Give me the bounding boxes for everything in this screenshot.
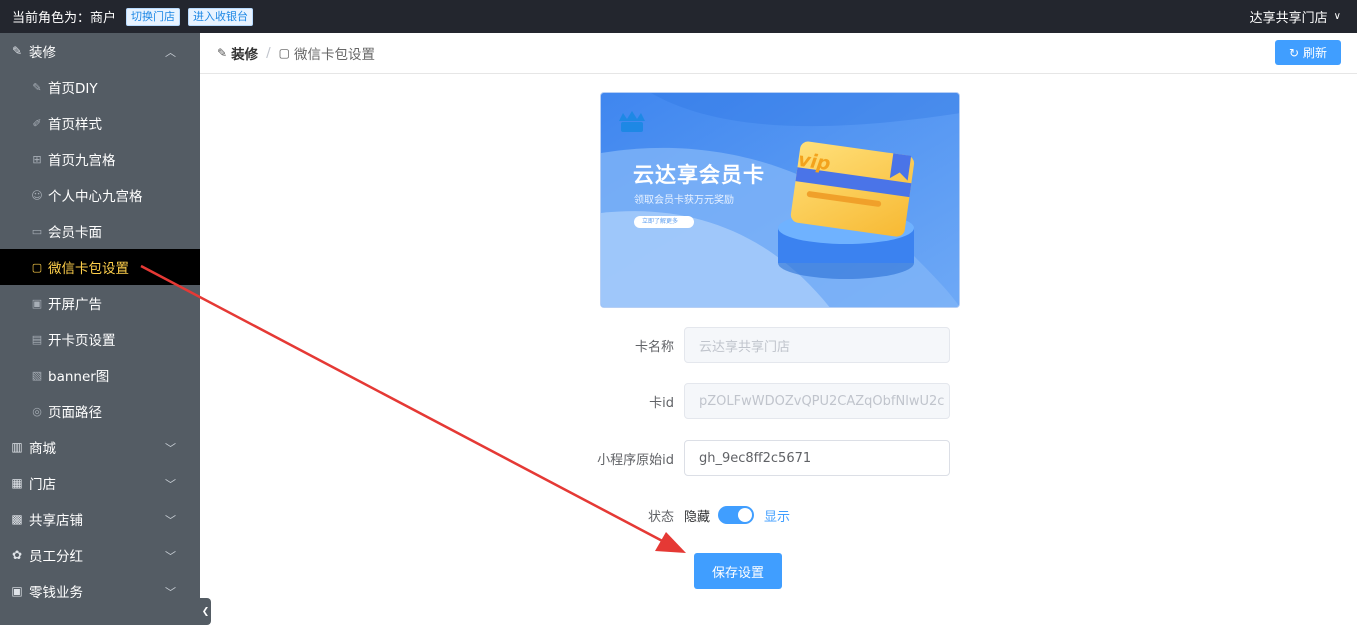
wallet-icon: ▢ bbox=[31, 260, 43, 274]
breadcrumb: ✎ 装修 / ▢ 微信卡包设置 bbox=[217, 43, 375, 63]
switch-store-button[interactable]: 切换门店 bbox=[126, 7, 181, 26]
sidebar-group-store[interactable]: ▦ 门店 ﹀ bbox=[0, 465, 200, 501]
sidebar-group-change-business[interactable]: ▣ 零钱业务 ﹀ bbox=[0, 573, 200, 609]
sidebar-item-label: 开屏广告 bbox=[48, 297, 102, 313]
store-dropdown[interactable]: 达享共享门店 ∨ bbox=[1250, 0, 1341, 33]
banner-subtitle: 领取会员卡获万元奖励 bbox=[634, 195, 734, 206]
store-name: 达享共享门店 bbox=[1249, 11, 1328, 26]
breadcrumb-current: 微信卡包设置 bbox=[293, 47, 375, 63]
sidebar-item-open-card-page[interactable]: ▤ 开卡页设置 bbox=[0, 321, 200, 357]
grid-icon: ⊞ bbox=[32, 152, 42, 166]
breadcrumb-parent[interactable]: 装修 bbox=[231, 43, 258, 63]
sidebar-group-label: 共享店铺 bbox=[29, 513, 83, 529]
sidebar-item-home-style[interactable]: ✐ 首页样式 bbox=[0, 105, 200, 141]
sidebar-item-label: 会员卡面 bbox=[48, 225, 102, 241]
banner-vip-text: vip bbox=[796, 148, 832, 176]
card-name-label: 卡名称 bbox=[634, 339, 674, 355]
edit-icon: ✎ bbox=[32, 80, 42, 94]
sidebar-item-wechat-card-settings[interactable]: ▢ 微信卡包设置 bbox=[0, 249, 200, 285]
brush-icon: ✎ bbox=[217, 46, 228, 60]
sidebar-item-profile-grid[interactable]: ☺ 个人中心九宫格 bbox=[0, 177, 200, 213]
sidebar-item-label: 首页九宫格 bbox=[48, 153, 116, 169]
page-icon: ▤ bbox=[31, 332, 43, 346]
image-icon: ▧ bbox=[31, 368, 43, 382]
shared-store-icon: ▩ bbox=[11, 512, 23, 526]
member-card-banner: 云达享会员卡 领取会员卡获万元奖励 立即了解更多 vip bbox=[600, 92, 960, 308]
sidebar-group-label: 门店 bbox=[29, 477, 56, 493]
path-icon: ◎ bbox=[32, 404, 42, 418]
sidebar-item-page-path[interactable]: ◎ 页面路径 bbox=[0, 393, 200, 429]
shop-icon: ▥ bbox=[11, 440, 23, 454]
status-switch-group: 隐藏 显示 bbox=[684, 506, 790, 525]
mini-program-id-label: 小程序原始id bbox=[597, 452, 674, 468]
top-bar: 当前角色为：商户 切换门店 进入收银台 达享共享门店 ∨ bbox=[0, 0, 1357, 33]
form-row-status: 状态 隐藏 显示 bbox=[560, 497, 960, 533]
sidebar-item-label: 首页样式 bbox=[48, 117, 102, 133]
status-label: 状态 bbox=[647, 509, 674, 525]
banner-cta: 立即了解更多 bbox=[634, 216, 694, 228]
store-icon: ▦ bbox=[11, 476, 23, 490]
sidebar-item-label: banner图 bbox=[48, 369, 110, 385]
current-role-text: 当前角色为：商户 bbox=[12, 11, 117, 26]
chevron-down-icon: ﹀ bbox=[165, 442, 176, 455]
sidebar-group-decoration[interactable]: ✎ 装修 ︿ bbox=[0, 33, 200, 69]
sidebar-item-home-grid[interactable]: ⊞ 首页九宫格 bbox=[0, 141, 200, 177]
status-on-label[interactable]: 显示 bbox=[764, 506, 790, 525]
refresh-icon: ↻ bbox=[1288, 45, 1300, 60]
breadcrumb-separator: / bbox=[266, 45, 271, 61]
save-settings-button[interactable]: 保存设置 bbox=[694, 553, 782, 589]
sidebar-group-label: 员工分红 bbox=[29, 549, 83, 565]
sidebar: ✎ 装修 ︿ ✎ 首页DIY ✐ 首页样式 ⊞ 首页九宫格 ☺ 个人中心九宫格 … bbox=[0, 33, 200, 625]
staff-icon: ✿ bbox=[11, 548, 23, 562]
card-name-placeholder: 云达享共享门店 bbox=[699, 339, 791, 355]
sidebar-item-splash-ad[interactable]: ▣ 开屏广告 bbox=[0, 285, 200, 321]
form-row-card-id: 卡id pZOLFwWDOZvQPU2CAZqObfNlwU2c bbox=[560, 383, 960, 419]
mini-program-id-input[interactable]: gh_9ec8ff2c5671 bbox=[684, 440, 950, 476]
banner-title: 云达享会员卡 bbox=[633, 163, 765, 187]
refresh-button[interactable]: ↻ 刷新 bbox=[1275, 40, 1341, 65]
card-icon: ▭ bbox=[31, 224, 43, 238]
form-row-card-name: 卡名称 云达享共享门店 bbox=[560, 327, 960, 363]
wallet-icon: ▣ bbox=[11, 584, 23, 598]
sidebar-group-shared-store[interactable]: ▩ 共享店铺 ﹀ bbox=[0, 501, 200, 537]
card-id-label: 卡id bbox=[649, 395, 674, 411]
wallet-icon: ▢ bbox=[278, 46, 290, 60]
sidebar-item-banner[interactable]: ▧ banner图 bbox=[0, 357, 200, 393]
card-name-input: 云达享共享门店 bbox=[684, 327, 950, 363]
mini-program-id-value: gh_9ec8ff2c5671 bbox=[699, 450, 812, 466]
sidebar-item-label: 个人中心九宫格 bbox=[48, 189, 143, 205]
sidebar-group-label: 商城 bbox=[29, 441, 56, 457]
chevron-up-icon: ︿ bbox=[165, 46, 176, 59]
toggle-knob bbox=[738, 508, 753, 522]
sidebar-collapse-button[interactable]: ❮ bbox=[200, 598, 211, 625]
sidebar-item-label: 首页DIY bbox=[48, 81, 98, 97]
form-row-mini-program-id: 小程序原始id gh_9ec8ff2c5671 bbox=[560, 440, 960, 476]
brush-icon: ✐ bbox=[32, 116, 42, 130]
sidebar-item-label: 页面路径 bbox=[48, 405, 102, 421]
sidebar-item-home-diy[interactable]: ✎ 首页DIY bbox=[0, 69, 200, 105]
status-off-label[interactable]: 隐藏 bbox=[684, 506, 710, 525]
card-id-placeholder: pZOLFwWDOZvQPU2CAZqObfNlwU2c bbox=[699, 393, 945, 409]
chevron-down-icon: ∨ bbox=[1333, 11, 1341, 22]
chevron-left-icon: ❮ bbox=[201, 606, 210, 617]
sidebar-group-label: 零钱业务 bbox=[29, 585, 83, 601]
sidebar-item-label: 开卡页设置 bbox=[48, 333, 116, 349]
chevron-down-icon: ﹀ bbox=[165, 550, 176, 563]
chevron-down-icon: ﹀ bbox=[165, 478, 176, 491]
sidebar-item-member-card[interactable]: ▭ 会员卡面 bbox=[0, 213, 200, 249]
sidebar-group-staff-bonus[interactable]: ✿ 员工分红 ﹀ bbox=[0, 537, 200, 573]
status-toggle[interactable] bbox=[718, 506, 755, 524]
sidebar-group-mall[interactable]: ▥ 商城 ﹀ bbox=[0, 429, 200, 465]
chevron-down-icon: ﹀ bbox=[165, 586, 176, 599]
card-id-input: pZOLFwWDOZvQPU2CAZqObfNlwU2c bbox=[684, 383, 950, 419]
chevron-down-icon: ﹀ bbox=[165, 514, 176, 527]
sidebar-item-label: 微信卡包设置 bbox=[48, 261, 129, 277]
brush-icon: ✎ bbox=[11, 44, 23, 58]
refresh-label: 刷新 bbox=[1303, 46, 1328, 60]
sidebar-group-label: 装修 bbox=[29, 45, 56, 61]
enter-cashier-button[interactable]: 进入收银台 bbox=[188, 7, 254, 26]
user-icon: ☺ bbox=[31, 188, 43, 202]
page-header: ✎ 装修 / ▢ 微信卡包设置 ↻ 刷新 bbox=[200, 33, 1357, 74]
ad-icon: ▣ bbox=[31, 296, 43, 310]
